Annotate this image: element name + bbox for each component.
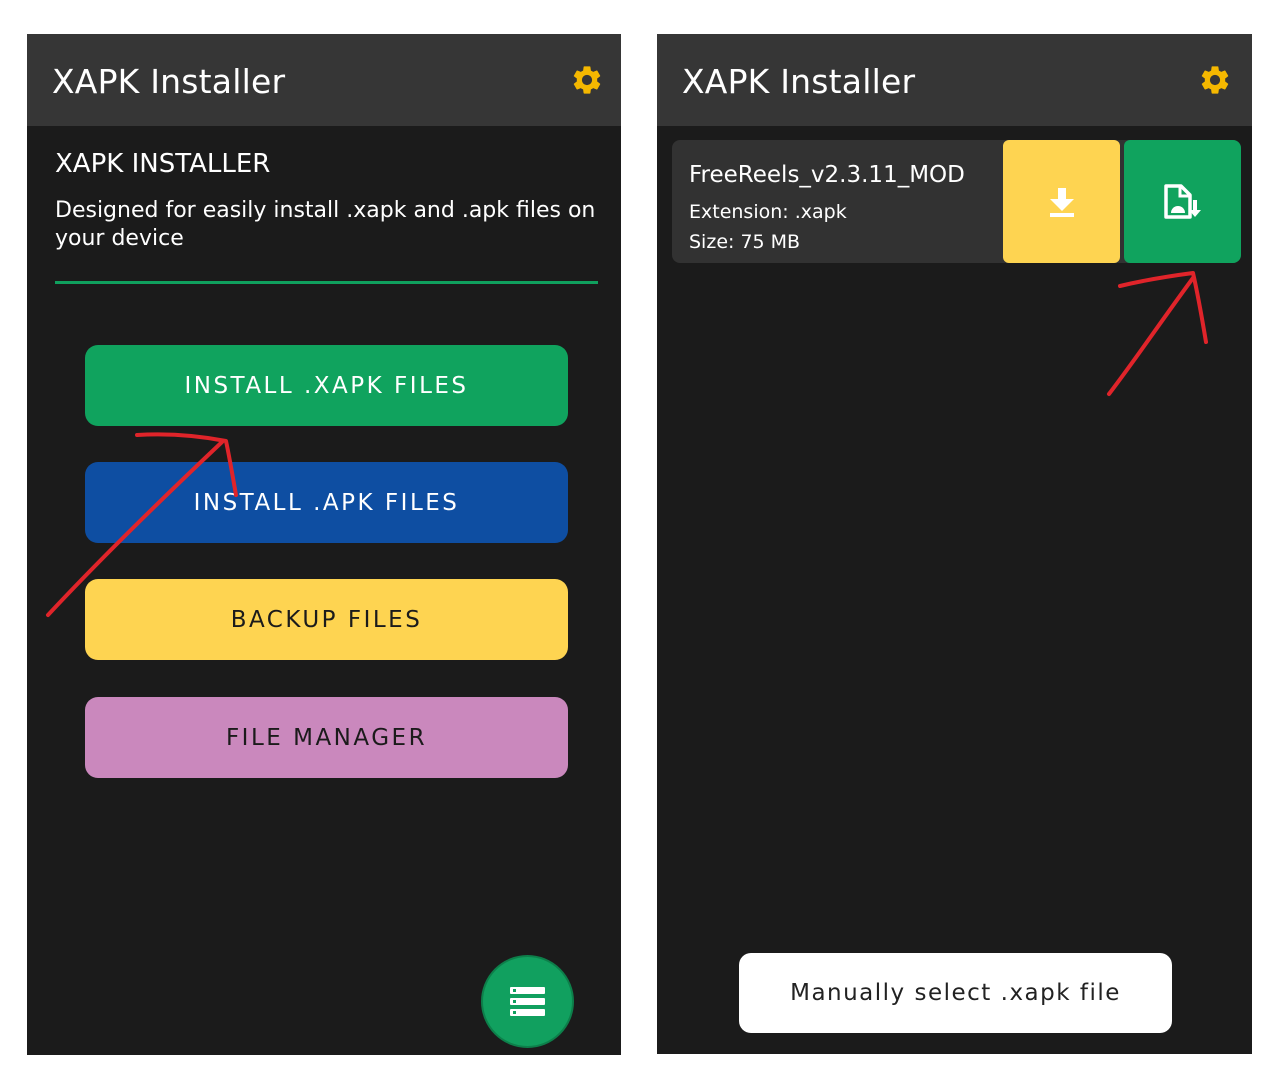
file-list-screen: XAPK Installer FreeReels_v2.3.11_MOD Ext… [657, 34, 1252, 1054]
file-size: Size: 75 MB [689, 231, 801, 253]
gear-icon[interactable] [1198, 63, 1232, 97]
app-title: XAPK Installer [52, 62, 286, 101]
page-heading: XAPK INSTALLER [55, 149, 271, 179]
app-title: XAPK Installer [682, 62, 916, 101]
home-screen: XAPK Installer XAPK INSTALLER Designed f… [27, 34, 621, 1055]
download-button[interactable] [1003, 140, 1120, 263]
install-apk-button[interactable]: INSTALL .APK FILES [85, 462, 568, 543]
file-card[interactable]: FreeReels_v2.3.11_MOD Extension: .xapk S… [672, 140, 1241, 263]
manual-select-button[interactable]: Manually select .xapk file [739, 953, 1172, 1033]
app-bar: XAPK Installer [657, 34, 1252, 126]
app-bar: XAPK Installer [27, 34, 621, 126]
backup-files-button[interactable]: BACKUP FILES [85, 579, 568, 660]
list-icon [510, 987, 545, 1016]
divider [55, 281, 598, 284]
install-button[interactable] [1124, 140, 1241, 263]
file-name: FreeReels_v2.3.11_MOD [689, 162, 965, 188]
app-description: Designed for easily install .xapk and .a… [55, 198, 596, 251]
download-icon [1049, 187, 1074, 217]
gear-icon[interactable] [570, 63, 604, 97]
install-xapk-button[interactable]: INSTALL .XAPK FILES [85, 345, 568, 426]
file-manager-button[interactable]: FILE MANAGER [85, 697, 568, 778]
list-fab-button[interactable] [481, 955, 574, 1048]
file-extension: Extension: .xapk [689, 201, 847, 223]
install-file-icon [1163, 183, 1201, 219]
